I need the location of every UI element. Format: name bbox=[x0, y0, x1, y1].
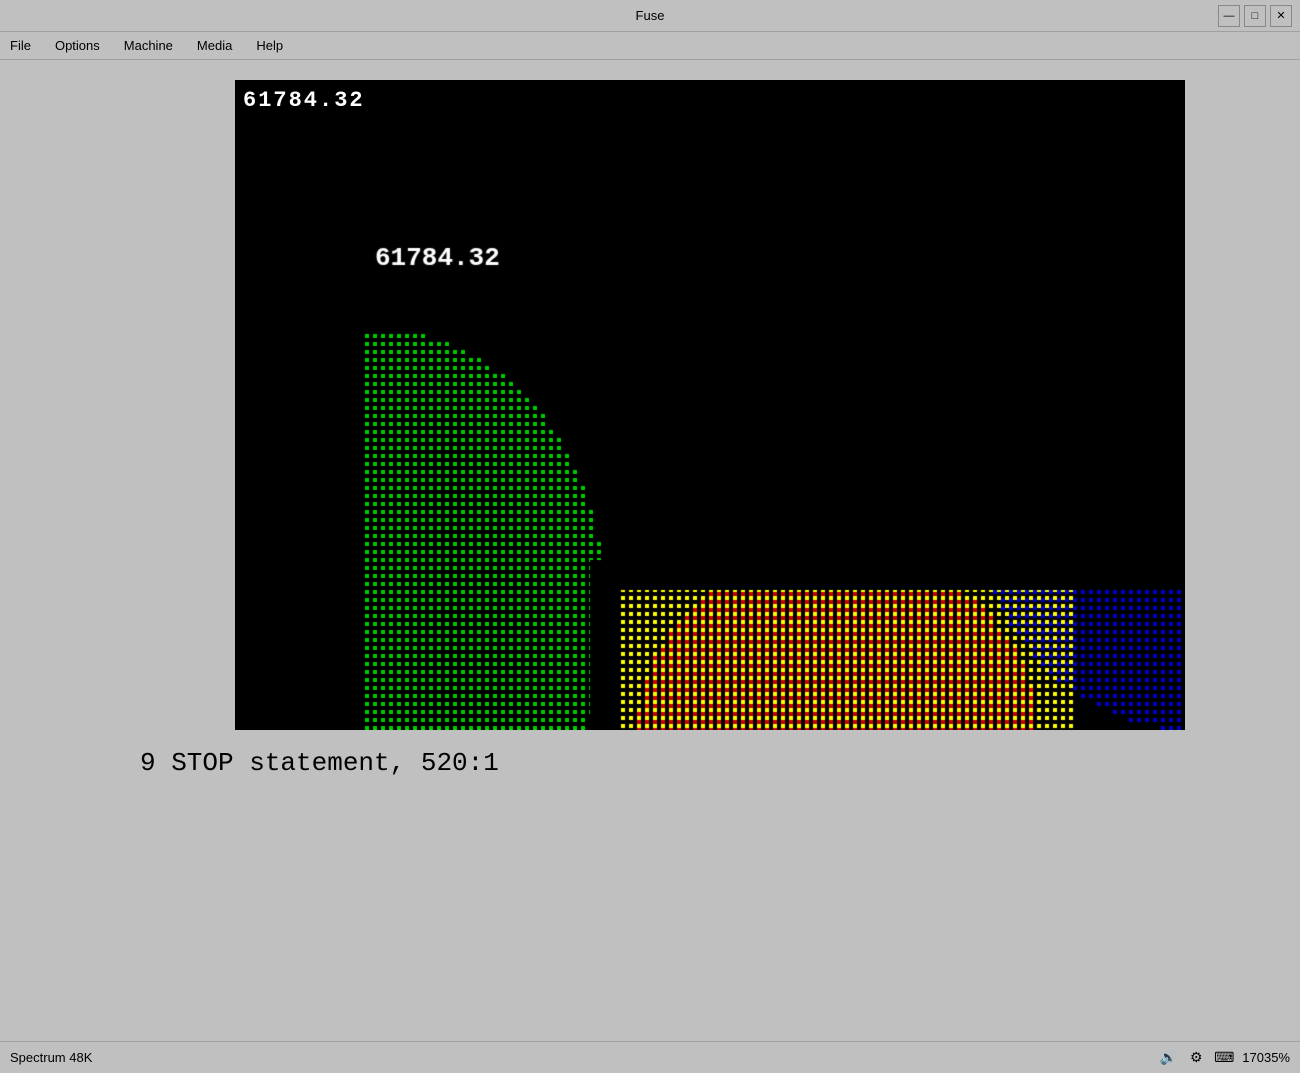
status-right: 🔊 ⚙ ⌨ 17035% bbox=[1158, 1048, 1290, 1068]
close-button[interactable]: ✕ bbox=[1270, 5, 1292, 27]
machine-label: Spectrum 48K bbox=[10, 1050, 92, 1065]
menu-file[interactable]: File bbox=[6, 36, 35, 55]
maximize-button[interactable]: □ bbox=[1244, 5, 1266, 27]
title-bar: Fuse — □ ✕ bbox=[0, 0, 1300, 32]
audio-icon: 🔊 bbox=[1158, 1048, 1178, 1068]
minimize-button[interactable]: — bbox=[1218, 5, 1240, 27]
settings-icon: ⚙ bbox=[1186, 1048, 1206, 1068]
menu-bar: File Options Machine Media Help bbox=[0, 32, 1300, 60]
menu-options[interactable]: Options bbox=[51, 36, 104, 55]
menu-help[interactable]: Help bbox=[252, 36, 287, 55]
menu-machine[interactable]: Machine bbox=[120, 36, 177, 55]
speed-label: 17035% bbox=[1242, 1050, 1290, 1065]
menu-media[interactable]: Media bbox=[193, 36, 236, 55]
status-message: 9 STOP statement, 520:1 bbox=[120, 748, 499, 778]
keyboard-icon: ⌨ bbox=[1214, 1048, 1234, 1068]
spectrum-canvas bbox=[235, 80, 1185, 730]
window-controls[interactable]: — □ ✕ bbox=[1218, 5, 1292, 27]
score-display: 61784.32 bbox=[243, 88, 365, 113]
status-bar: Spectrum 48K 🔊 ⚙ ⌨ 17035% bbox=[0, 1041, 1300, 1073]
content-area: 61784.32 9 STOP statement, 520:1 bbox=[0, 60, 1300, 778]
window-title: Fuse bbox=[636, 8, 665, 23]
spectrum-screen: 61784.32 bbox=[235, 80, 1185, 730]
